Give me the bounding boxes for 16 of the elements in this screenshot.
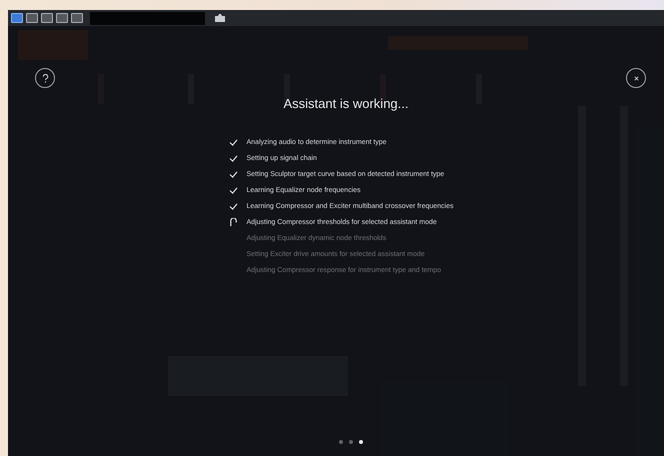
toolbar-button[interactable] <box>71 13 83 23</box>
toolbar-button[interactable] <box>11 13 23 23</box>
spinner-icon <box>228 218 238 227</box>
help-button[interactable] <box>35 68 55 88</box>
toolbar-button[interactable] <box>56 13 68 23</box>
page-dot[interactable] <box>349 440 353 444</box>
toolbar-button[interactable] <box>26 13 38 23</box>
assistant-title: Assistant is working... <box>284 96 408 111</box>
preset-field[interactable] <box>90 12 205 24</box>
page-dot[interactable] <box>359 440 363 444</box>
toolbar-button[interactable] <box>41 13 53 23</box>
question-icon <box>42 74 48 82</box>
camera-icon[interactable] <box>214 13 226 23</box>
close-button[interactable] <box>626 68 646 88</box>
page-dot[interactable] <box>339 440 343 444</box>
close-icon <box>634 76 638 80</box>
